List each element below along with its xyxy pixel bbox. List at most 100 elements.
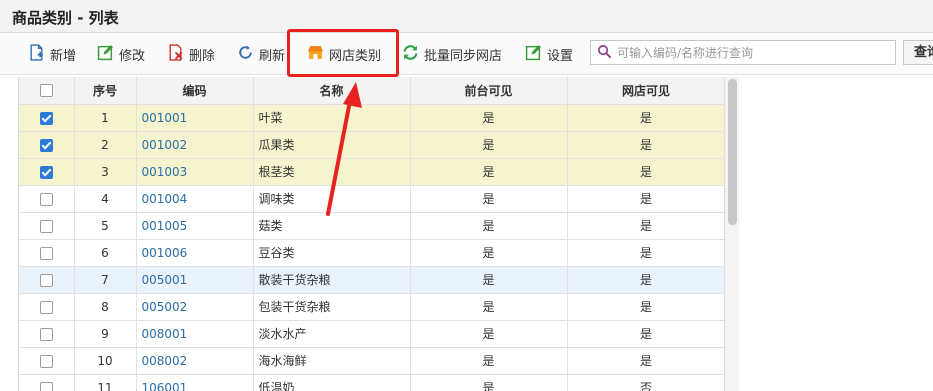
row-index: 11 [74,374,137,391]
row-index: 3 [74,158,137,186]
row-checkbox[interactable] [39,219,53,233]
shop-visible: 是 [567,158,724,186]
row-checkbox[interactable] [39,111,53,125]
frontend-visible: 是 [410,212,568,240]
table-row[interactable]: 2 001002 瓜果类是是 [19,131,724,159]
row-checkbox[interactable] [39,327,53,341]
row-checkbox[interactable] [39,246,53,260]
add-label: 新增 [50,48,77,64]
column-header-name[interactable]: 名称 [253,77,411,105]
title-bar: 商品类别 - 列表 [0,0,933,33]
frontend-visible: 是 [410,293,568,321]
shop-visible: 是 [567,104,724,132]
table-row[interactable]: 5 001005 菇类是是 [19,212,724,240]
frontend-visible: 是 [410,266,568,294]
category-code: 008002 [136,347,254,375]
table-body: 1 001001 叶菜是是 2 001002 瓜果类是是 3 001003 根茎类是是 4 0010… [19,104,724,391]
table-row[interactable]: 4 001004 调味类是是 [19,185,724,213]
row-select-cell [19,347,75,375]
table-row[interactable]: 6 001006 豆谷类是是 [19,239,724,267]
column-header-code[interactable]: 编码 [136,77,254,105]
category-name: 瓜果类 [253,131,411,159]
delete-label: 删除 [189,48,216,64]
settings-label: 设置 [547,48,574,64]
column-header-frontend-visible[interactable]: 前台可见 [410,77,568,105]
row-checkbox[interactable] [39,300,53,314]
row-index: 7 [74,266,137,294]
frontend-visible: 是 [410,239,568,267]
edit-label: 修改 [119,48,146,64]
refresh-label: 刷新 [259,48,286,64]
select-all-checkbox[interactable] [39,84,53,98]
table-row[interactable]: 1 001001 叶菜是是 [19,104,724,132]
category-name: 豆谷类 [253,239,411,267]
row-select-cell [19,131,75,159]
category-code: 001006 [136,239,254,267]
category-grid: 序号 编码 名称 前台可见 网店可见 1 001001 叶菜是是 2 001002 瓜果类… [18,77,724,391]
category-name: 叶菜 [253,104,411,132]
shop-visible: 是 [567,212,724,240]
row-checkbox[interactable] [39,354,53,368]
frontend-visible: 是 [410,131,568,159]
table-row[interactable]: 7 005001 散装干货杂粮是是 [19,266,724,294]
shop-visible: 否 [567,374,724,391]
category-code: 001004 [136,185,254,213]
shop-visible: 是 [567,293,724,321]
frontend-visible: 是 [410,320,568,348]
settings-button[interactable]: 设置 [525,44,573,64]
edit-icon [97,44,114,65]
table-row[interactable]: 9 008001 淡水水产是是 [19,320,724,348]
table-row[interactable]: 8 005002 包装干货杂粮是是 [19,293,724,321]
table-header-row: 序号 编码 名称 前台可见 网店可见 [19,77,724,105]
row-index: 8 [74,293,137,321]
frontend-visible: 是 [410,185,568,213]
shop-visible: 是 [567,185,724,213]
row-index: 1 [74,104,137,132]
edit-button[interactable]: 修改 [97,44,145,64]
row-checkbox[interactable] [39,381,53,391]
category-name: 菇类 [253,212,411,240]
row-checkbox[interactable] [39,273,53,287]
shop-visible: 是 [567,347,724,375]
frontend-visible: 是 [410,104,568,132]
category-name: 包装干货杂粮 [253,293,411,321]
row-select-cell [19,320,75,348]
search-button[interactable]: 查询 [903,40,933,65]
refresh-button[interactable]: 刷新 [237,44,285,64]
table-row[interactable]: 11 106001 低温奶是否 [19,374,724,391]
table-row[interactable]: 3 001003 根茎类是是 [19,158,724,186]
row-index: 10 [74,347,137,375]
category-name: 调味类 [253,185,411,213]
scrollbar-thumb[interactable] [728,79,737,225]
category-code: 001002 [136,131,254,159]
category-code: 005001 [136,266,254,294]
table-row[interactable]: 10 008002 海水海鲜是是 [19,347,724,375]
row-select-cell [19,212,75,240]
add-button[interactable]: 新增 [28,43,77,64]
frontend-visible: 是 [410,347,568,375]
row-index: 2 [74,131,137,159]
category-code: 106001 [136,374,254,391]
shop-visible: 是 [567,131,724,159]
category-name: 海水海鲜 [253,347,411,375]
sync-icon [402,44,419,65]
row-checkbox[interactable] [39,165,53,179]
category-name: 淡水水产 [253,320,411,348]
row-select-cell [19,185,75,213]
row-select-cell [19,293,75,321]
delete-button[interactable]: 删除 [167,43,216,64]
row-index: 9 [74,320,137,348]
row-index: 6 [74,239,137,267]
column-header-index[interactable]: 序号 [74,77,137,105]
column-header-shop-visible[interactable]: 网店可见 [567,77,724,105]
category-code: 005002 [136,293,254,321]
select-all-cell [19,77,75,105]
category-code: 001005 [136,212,254,240]
row-checkbox[interactable] [39,138,53,152]
page-title: 商品类别 - 列表 [12,9,119,27]
search-input[interactable] [617,45,887,60]
row-checkbox[interactable] [39,192,53,206]
category-code: 008001 [136,320,254,348]
vertical-scrollbar[interactable] [724,77,739,391]
batch-sync-button[interactable]: 批量同步网店 [402,44,502,64]
